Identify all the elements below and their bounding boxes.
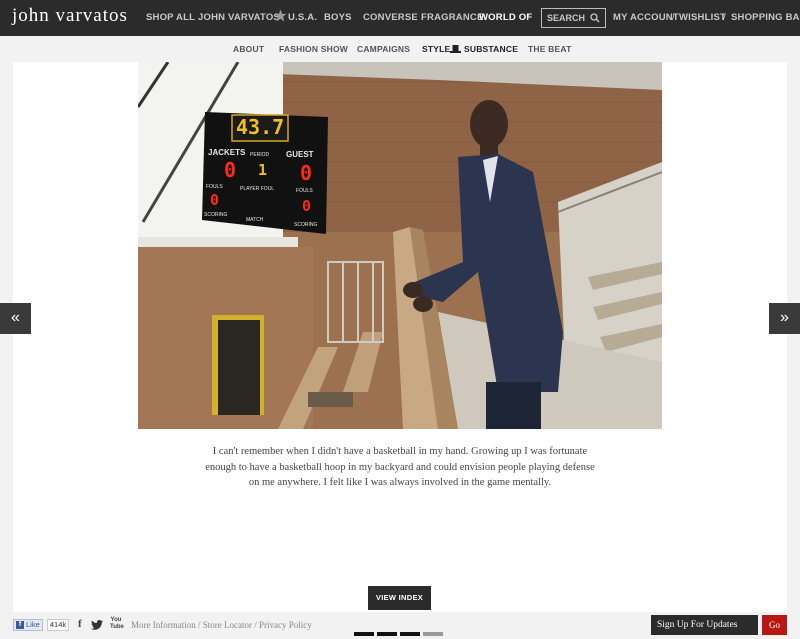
feature-photo: 43.7 JACKETS PERIOD GUEST 0 1 0 FOULS PL… xyxy=(138,62,662,429)
scoreboard-guest-fouls: 0 xyxy=(302,197,312,215)
scoreboard-home-label: JACKETS xyxy=(208,148,246,157)
nav-separator: / xyxy=(723,12,726,23)
star-icon xyxy=(274,9,287,22)
scoreboard-fouls-label: FOULS xyxy=(296,188,313,194)
search-input[interactable]: SEARCH xyxy=(547,13,585,23)
nav-boys[interactable]: BOYS xyxy=(324,12,352,23)
nav-fragrance[interactable]: FRAGRANCE xyxy=(421,12,484,23)
nav-usa[interactable]: U.S.A. xyxy=(288,12,317,23)
facebook-like-label: Like xyxy=(26,620,40,629)
scoreboard-period-label: PERIOD xyxy=(250,152,270,158)
twitter-icon[interactable] xyxy=(91,620,103,630)
nav-separator: / xyxy=(527,12,530,23)
previous-slide-button[interactable]: « xyxy=(0,303,31,334)
photo-caption: I can't remember when I didn't have a ba… xyxy=(205,444,595,491)
scoreboard-clock: 43.7 xyxy=(236,115,285,139)
facebook-like-button[interactable]: f Like xyxy=(13,619,43,631)
nav-john-varvatos[interactable]: JOHN VARVATOS xyxy=(198,12,280,23)
scoreboard-scoring-label: SCORING xyxy=(204,212,228,218)
more-information-link[interactable]: More Information xyxy=(131,620,196,630)
facebook-icon[interactable]: f xyxy=(78,618,82,630)
slide-dot[interactable] xyxy=(354,632,374,636)
hat-icon xyxy=(450,45,461,53)
signup-go-button[interactable]: Go xyxy=(762,615,787,635)
scoreboard-fouls-label: FOULS xyxy=(206,184,223,190)
caption-line: enough to have a basketball hoop in my b… xyxy=(205,461,595,473)
slide-dot[interactable] xyxy=(400,632,420,636)
footer: f Like 414k f You Tube More Information /… xyxy=(0,612,800,639)
nav-separator: / xyxy=(672,12,675,23)
double-chevron-right-icon: » xyxy=(780,309,789,326)
facebook-icon: f xyxy=(16,620,24,629)
caption-line: on me anywhere. I felt like I was always… xyxy=(248,477,552,488)
caption-line: I can't remember when I didn't have a ba… xyxy=(212,446,588,457)
subnav-substance[interactable]: SUBSTANCE xyxy=(464,44,518,54)
sub-navigation-bar: ABOUT FASHION SHOW CAMPAIGNS STYLE SUBST… xyxy=(0,36,800,62)
scoreboard-player-foul-label: PLAYER FOUL xyxy=(240,186,275,192)
top-navigation-bar: john varvatos SHOP ALL JOHN VARVATOS U.S… xyxy=(0,0,800,36)
scoreboard-guest-label: GUEST xyxy=(286,150,314,159)
subnav-the-beat[interactable]: THE BEAT xyxy=(528,44,571,54)
nav-world-of[interactable]: WORLD OF xyxy=(479,12,532,23)
privacy-policy-link[interactable]: Privacy Policy xyxy=(259,620,312,630)
subnav-about[interactable]: ABOUT xyxy=(233,44,264,54)
scoreboard-scoring-label: SCORING xyxy=(294,222,318,228)
subnav-fashion-show[interactable]: FASHION SHOW xyxy=(279,44,348,54)
subnav-campaigns[interactable]: CAMPAIGNS xyxy=(357,44,410,54)
signup-email-field[interactable]: Sign Up For Updates xyxy=(651,615,758,635)
facebook-like-count: 414k xyxy=(47,619,69,631)
footer-separator: / xyxy=(254,620,257,630)
nav-converse[interactable]: CONVERSE xyxy=(363,12,418,23)
view-index-button[interactable]: VIEW INDEX xyxy=(368,586,431,610)
nav-shop-all[interactable]: SHOP ALL xyxy=(146,12,195,23)
scoreboard-match-label: MATCH xyxy=(246,217,264,223)
slide-progress-indicator xyxy=(354,623,446,639)
brand-logo[interactable]: john varvatos xyxy=(12,5,128,27)
scoreboard-home-fouls: 0 xyxy=(210,191,220,209)
slide-dot[interactable] xyxy=(377,632,397,636)
slide-dot[interactable] xyxy=(423,632,443,636)
footer-separator: / xyxy=(197,620,201,630)
scoreboard-guest-score: 0 xyxy=(300,161,313,185)
store-locator-link[interactable]: Store Locator xyxy=(203,620,252,630)
footer-links: More Information / Store Locator / Priva… xyxy=(131,620,312,630)
nav-my-account[interactable]: MY ACCOUNT xyxy=(613,12,679,23)
search-icon[interactable] xyxy=(590,13,600,23)
scoreboard-period: 1 xyxy=(258,161,268,179)
nav-wishlist[interactable]: WISHLIST xyxy=(679,12,726,23)
scoreboard-home-score: 0 xyxy=(224,158,237,182)
nav-shopping-bag[interactable]: SHOPPING BAG xyxy=(731,12,800,23)
subnav-style[interactable]: STYLE xyxy=(422,44,450,54)
youtube-icon[interactable]: You Tube xyxy=(110,617,124,631)
next-slide-button[interactable]: » xyxy=(769,303,800,334)
search-box[interactable]: SEARCH xyxy=(541,8,606,28)
double-chevron-left-icon: « xyxy=(11,309,20,326)
